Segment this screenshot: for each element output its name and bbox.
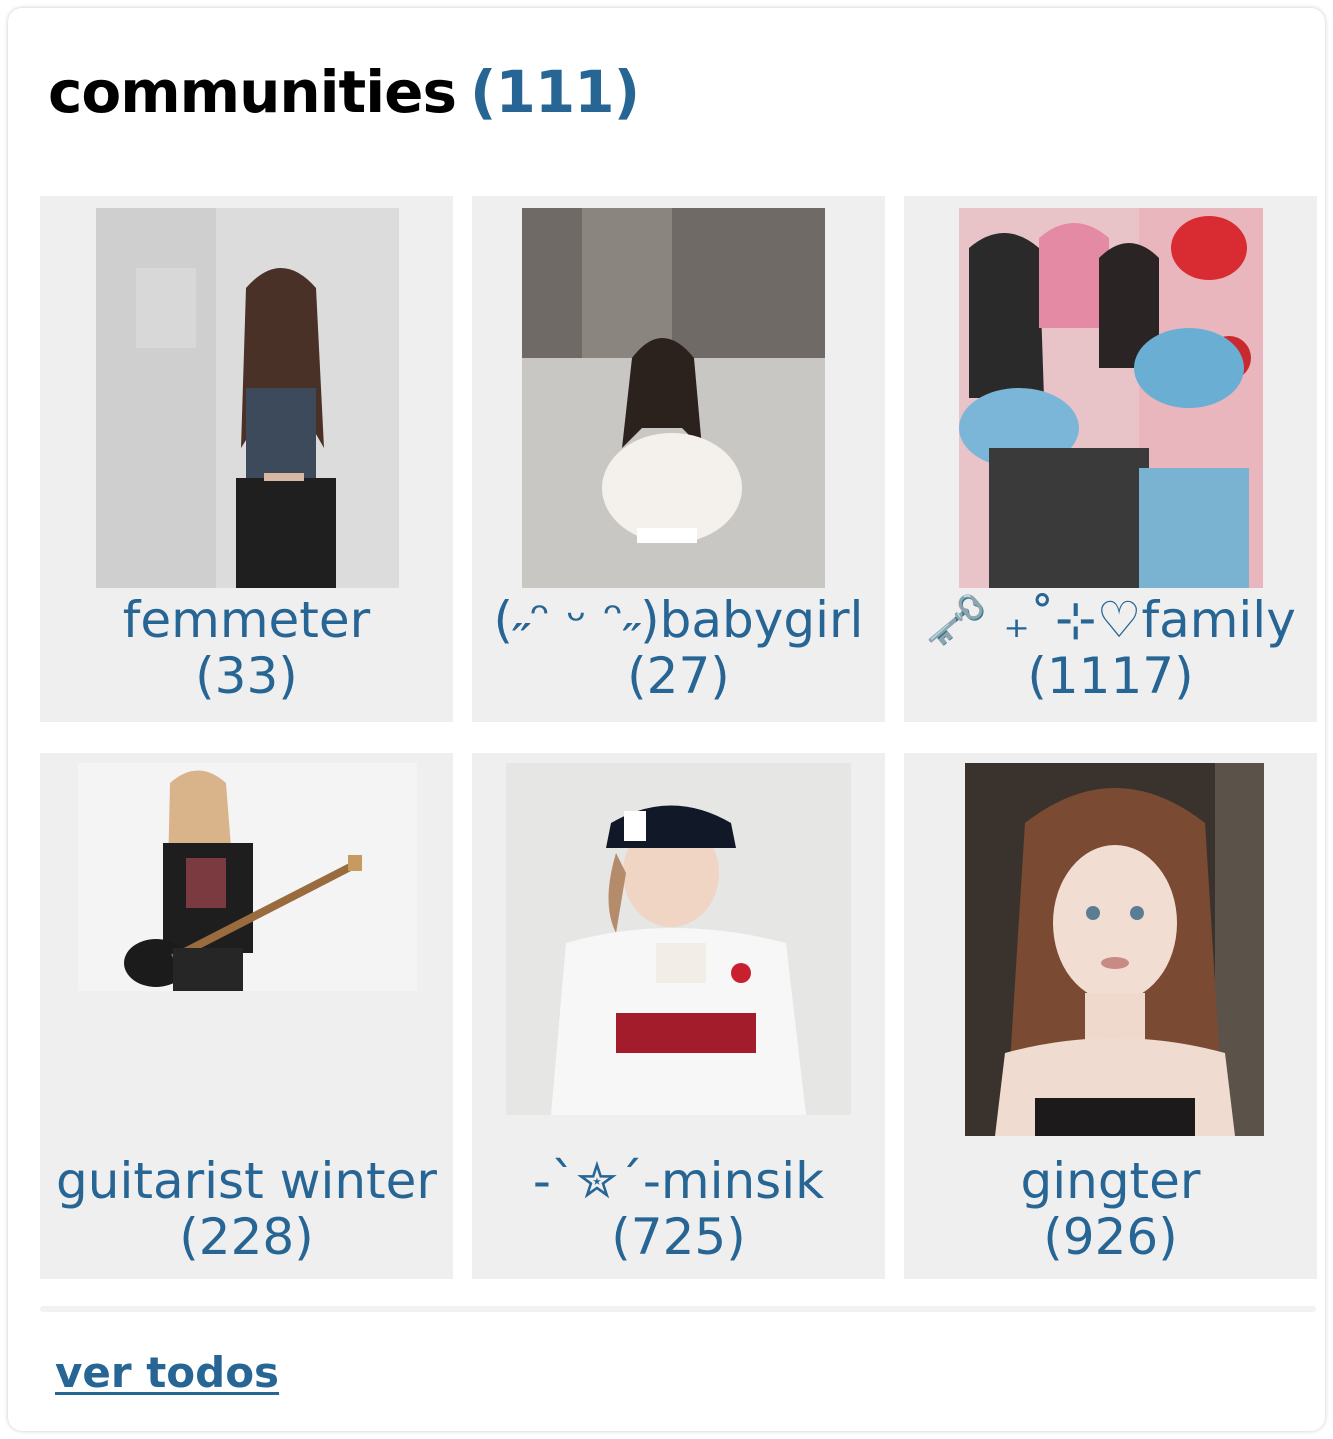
community-name[interactable]: femmeter — [40, 592, 453, 648]
community-name[interactable]: 🗝️ ₊˚⊹♡family — [904, 592, 1317, 648]
section-divider — [40, 1306, 1316, 1312]
section-title: communities — [48, 58, 457, 126]
community-name[interactable]: gingter — [904, 1153, 1317, 1209]
community-label[interactable]: (˶ᵔ ᵕ ᵔ˶)babygirl (27) — [472, 592, 885, 704]
community-label[interactable]: -ˋ✮ˊ-minsik (725) — [472, 1153, 885, 1265]
community-member-count: (926) — [1043, 1208, 1178, 1266]
community-thumbnail[interactable] — [506, 763, 851, 1115]
community-name[interactable]: guitarist winter — [40, 1153, 453, 1209]
community-label[interactable]: gingter (926) — [904, 1153, 1317, 1265]
community-label[interactable]: guitarist winter (228) — [40, 1153, 453, 1265]
community-label[interactable]: femmeter (33) — [40, 592, 453, 704]
communities-header: communities (111) — [48, 58, 640, 138]
community-label[interactable]: 🗝️ ₊˚⊹♡family (1117) — [904, 592, 1317, 704]
community-thumbnail[interactable] — [78, 763, 417, 991]
community-member-count: (27) — [627, 647, 730, 705]
see-all-link[interactable]: ver todos — [55, 1348, 279, 1397]
community-card-family[interactable]: 🗝️ ₊˚⊹♡family (1117) — [904, 196, 1317, 722]
community-member-count: (1117) — [1027, 647, 1194, 705]
community-thumbnail[interactable] — [522, 208, 825, 588]
community-card-guitarist-winter[interactable]: guitarist winter (228) — [40, 753, 453, 1279]
communities-panel: communities (111) femmeter (33) (˶ᵔ ᵕ ᵔ˶… — [8, 8, 1325, 1431]
community-member-count: (725) — [611, 1208, 746, 1266]
community-card-babygirl[interactable]: (˶ᵔ ᵕ ᵔ˶)babygirl (27) — [472, 196, 885, 722]
communities-grid: femmeter (33) (˶ᵔ ᵕ ᵔ˶)babygirl (27) 🗝️ … — [40, 196, 1317, 1279]
community-member-count: (228) — [179, 1208, 314, 1266]
community-thumbnail[interactable] — [959, 208, 1263, 588]
community-card-femmeter[interactable]: femmeter (33) — [40, 196, 453, 722]
communities-count[interactable]: (111) — [470, 58, 640, 126]
community-thumbnail[interactable] — [965, 763, 1264, 1136]
community-name[interactable]: (˶ᵔ ᵕ ᵔ˶)babygirl — [472, 592, 885, 648]
community-card-gingter[interactable]: gingter (926) — [904, 753, 1317, 1279]
community-name[interactable]: -ˋ✮ˊ-minsik — [472, 1153, 885, 1209]
community-member-count: (33) — [195, 647, 298, 705]
community-card-minsik[interactable]: -ˋ✮ˊ-minsik (725) — [472, 753, 885, 1279]
community-thumbnail[interactable] — [96, 208, 399, 588]
